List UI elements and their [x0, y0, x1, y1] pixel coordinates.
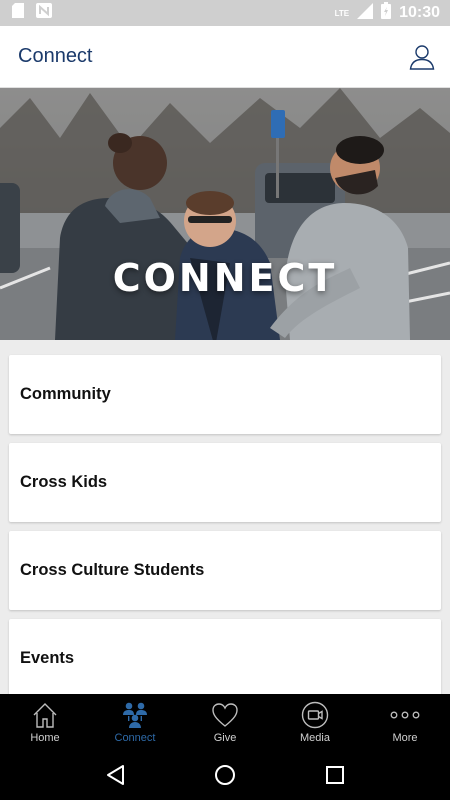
list-item-cross-kids[interactable]: Cross Kids: [9, 443, 441, 522]
recents-button[interactable]: [320, 760, 350, 790]
profile-button[interactable]: [408, 43, 436, 71]
person-outline-icon: [409, 44, 435, 70]
people-icon: [123, 702, 147, 728]
app-bar: Connect: [0, 26, 450, 88]
home-icon: [33, 703, 57, 728]
page-title: Connect: [18, 45, 93, 67]
video-icon: [301, 701, 329, 729]
hero-photo: [0, 88, 450, 340]
battery-icon: [381, 2, 392, 24]
list-item-community[interactable]: Community: [9, 355, 441, 434]
list-item-label: Cross Kids: [20, 473, 108, 491]
network-type: LTE: [334, 8, 350, 18]
hero-title: CONNECT: [112, 256, 338, 300]
n-notification-icon: [36, 3, 52, 23]
signal-icon: [357, 2, 374, 24]
tab-home[interactable]: Home: [0, 694, 90, 750]
system-nav-bar: [0, 750, 450, 800]
status-left: [12, 3, 52, 23]
tab-give[interactable]: Give: [180, 694, 270, 750]
list-item-label: Events: [20, 649, 75, 667]
tab-label: Give: [213, 732, 237, 744]
list-item-cross-culture-students[interactable]: Cross Culture Students: [9, 531, 441, 610]
tab-label: Home: [30, 732, 60, 744]
tab-label: More: [392, 732, 418, 744]
heart-icon: [212, 703, 238, 727]
list-item-events[interactable]: Events: [9, 619, 441, 694]
tab-label: Connect: [114, 732, 156, 744]
hero-banner: CONNECT: [0, 88, 450, 340]
tab-connect[interactable]: Connect: [90, 694, 180, 750]
tab-more[interactable]: More: [360, 694, 450, 750]
more-dots-icon: [390, 711, 420, 719]
connect-list: Community Cross Kids Cross Culture Stude…: [0, 340, 450, 694]
list-item-label: Community: [20, 385, 111, 403]
recents-icon: [326, 766, 344, 784]
bottom-tab-bar: Home Connect Give Media More: [0, 694, 450, 750]
tab-label: Media: [300, 732, 330, 744]
clock: 10:30: [399, 4, 440, 21]
back-button[interactable]: [100, 760, 130, 790]
sd-card-icon: [12, 3, 24, 23]
back-icon: [107, 765, 124, 785]
tab-media[interactable]: Media: [270, 694, 360, 750]
home-circle-icon: [215, 765, 235, 785]
list-item-label: Cross Culture Students: [20, 561, 205, 579]
status-bar: LTE 10:30: [0, 0, 450, 26]
status-right: LTE 10:30: [335, 2, 440, 24]
home-system-button[interactable]: [210, 760, 240, 790]
